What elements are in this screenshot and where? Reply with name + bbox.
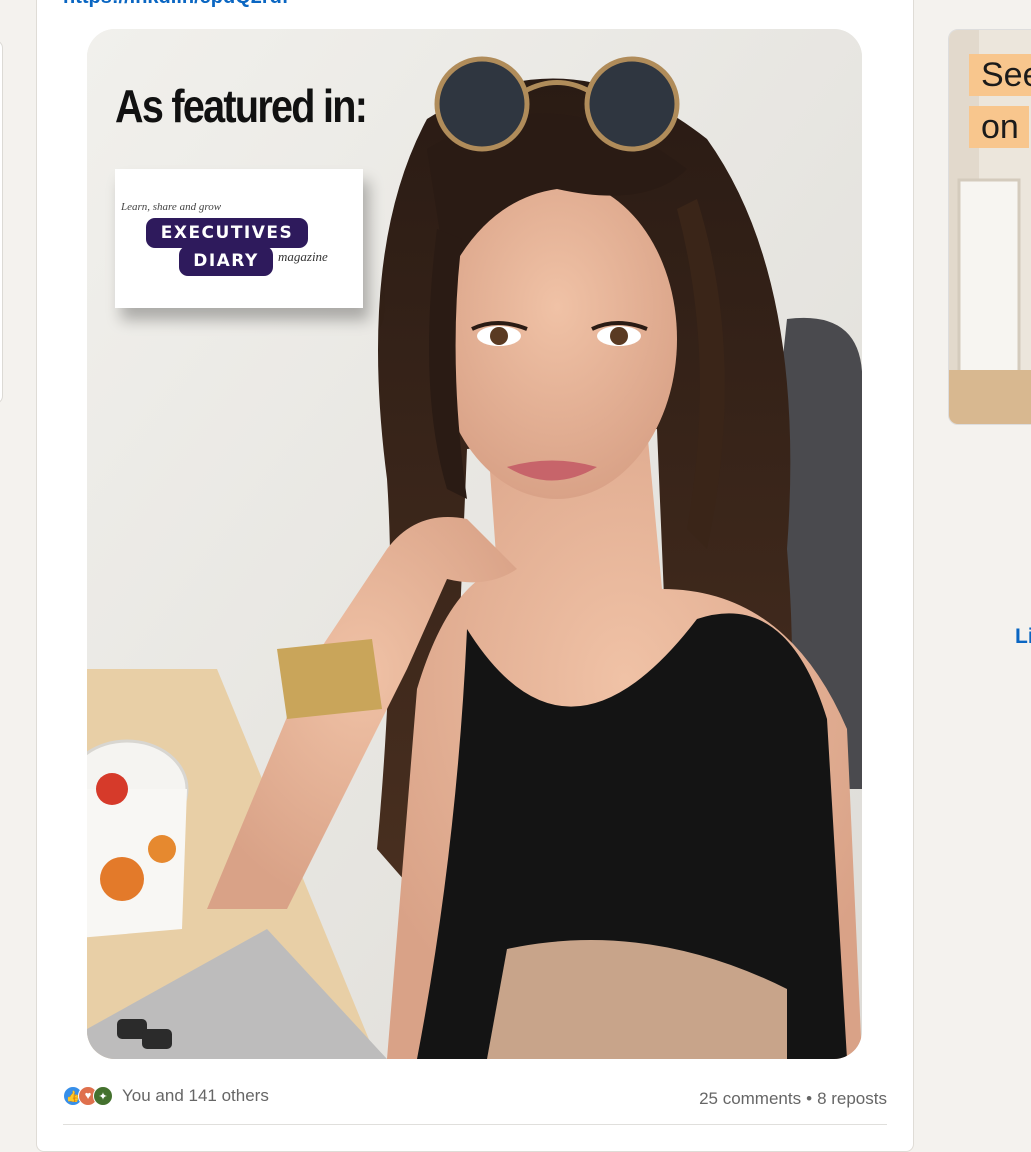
reactions-summary[interactable]: 👍 ♥ ✦ You and 141 others xyxy=(63,1086,269,1106)
magazine-suffix: magazine xyxy=(278,249,328,264)
reactors-count[interactable]: You and 141 others xyxy=(122,1086,269,1106)
magazine-tagline: Learn, share and grow xyxy=(121,201,222,213)
post-link[interactable]: https://lnkd.in/epdQ2rdf xyxy=(63,0,289,9)
support-icon: ✦ xyxy=(93,1086,113,1106)
left-rail-card xyxy=(0,40,3,404)
right-rail-ad[interactable]: See on xyxy=(948,29,1031,425)
engagement-counts: 25 comments • 8 reposts xyxy=(699,1089,887,1109)
social-counts-bar: 👍 ♥ ✦ You and 141 others 25 comments • 8 r… xyxy=(63,1083,887,1115)
post-image[interactable]: As featured in: Learn, share and grow EX… xyxy=(87,29,862,1059)
magazine-title-line2: DIARY xyxy=(179,246,273,276)
magazine-logo: Learn, share and grow EXECUTIVES DIARY m… xyxy=(115,169,363,308)
separator-dot: • xyxy=(806,1089,813,1108)
magazine-title-line1: EXECUTIVES xyxy=(146,218,308,248)
comments-count[interactable]: 25 comments xyxy=(699,1089,801,1108)
featured-heading: As featured in: xyxy=(115,80,368,132)
ad-headline-line2: on xyxy=(969,106,1029,148)
right-rail-link[interactable]: Li xyxy=(1015,625,1031,649)
ad-headline-line1: See xyxy=(969,54,1031,96)
divider xyxy=(63,1124,887,1125)
reposts-count[interactable]: 8 reposts xyxy=(817,1089,887,1108)
